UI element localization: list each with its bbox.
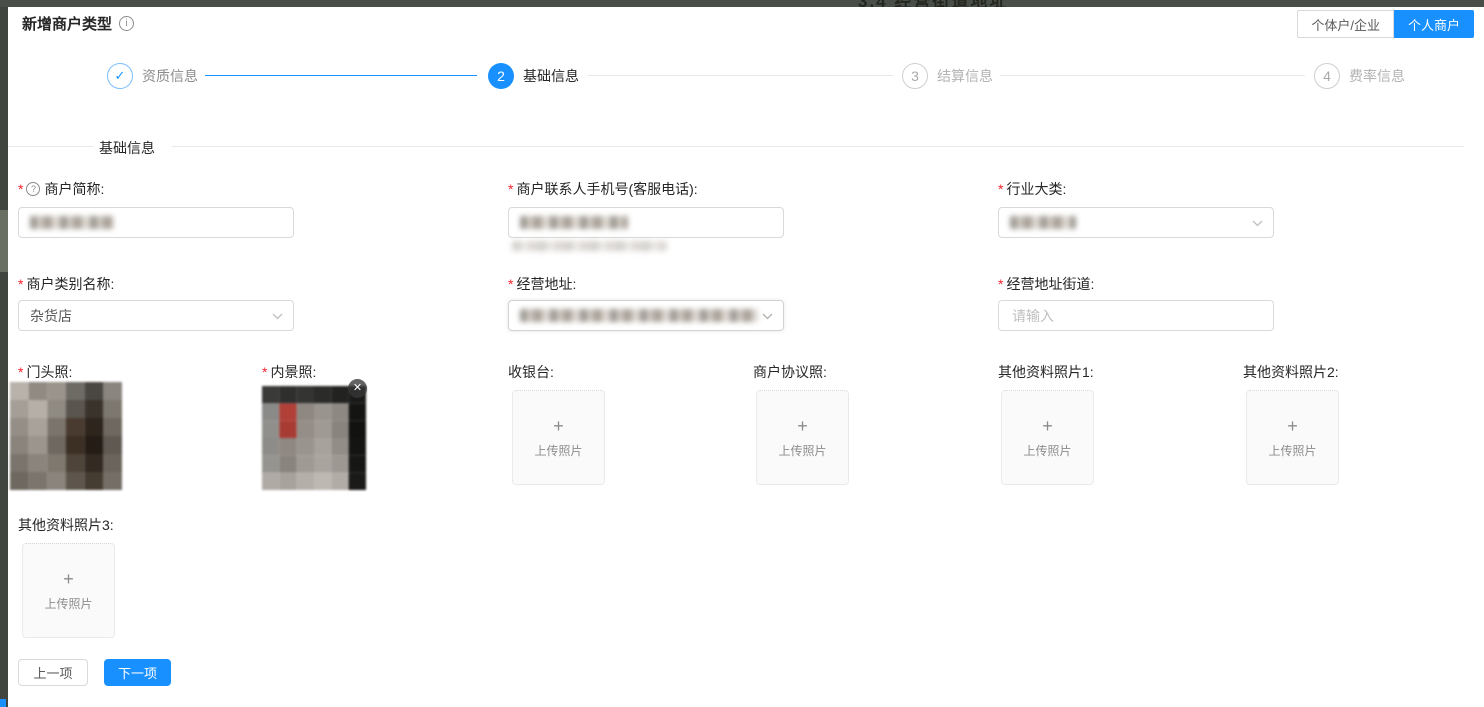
redacted-value (1010, 216, 1076, 229)
interior-photo-thumbnail[interactable] (262, 386, 366, 490)
business-street-field (998, 300, 1274, 331)
label-interior-photo: 内景照: (262, 362, 316, 382)
plus-icon: + (797, 417, 808, 435)
label-merchant-category: 商户类别名称: (18, 274, 114, 294)
label-other-photo-1: 其他资料照片1: (998, 362, 1094, 382)
label-door-photo: 门头照: (18, 362, 72, 382)
step-4-number: 4 (1314, 63, 1340, 89)
step-connector-3 (1000, 75, 1305, 76)
remove-interior-photo-icon[interactable]: ✕ (348, 379, 367, 398)
step-2-basic-info[interactable]: 2 基础信息 (488, 62, 579, 90)
other-photo-3-upload[interactable]: + 上传照片 (22, 543, 115, 638)
other-photo-2-upload[interactable]: + 上传照片 (1246, 390, 1339, 485)
toggle-individual-enterprise-button[interactable]: 个体户/企业 (1297, 10, 1394, 38)
page-title: 新增商户类型 i (22, 13, 134, 34)
window-left-edge (0, 7, 8, 707)
previous-step-button[interactable]: 上一项 (18, 659, 88, 686)
label-contact-phone: 商户联系人手机号(客服电话): (508, 179, 698, 199)
label-other-photo-2: 其他资料照片2: (1243, 362, 1339, 382)
label-other-photo-3: 其他资料照片3: (18, 515, 114, 535)
step-2-number: 2 (488, 63, 514, 89)
info-circle-icon[interactable]: i (119, 16, 134, 31)
divider-right (172, 146, 1464, 147)
scrollbar-thumb[interactable] (0, 210, 8, 272)
merchant-category-select[interactable]: 杂货店 (18, 300, 294, 331)
plus-icon: + (553, 417, 564, 435)
step-1-qualification[interactable]: 资质信息 (107, 62, 198, 90)
next-step-button[interactable]: 下一项 (104, 659, 171, 686)
business-address-select[interactable] (508, 300, 784, 331)
plus-icon: + (63, 570, 74, 588)
label-industry-category: 行业大类: (998, 179, 1066, 199)
redaction-artifact (512, 241, 667, 251)
step-connector-2 (588, 75, 893, 76)
contact-phone-input[interactable] (508, 207, 784, 238)
form-panel (8, 7, 1484, 707)
window-top-edge: 3.4 经营街道地址 (0, 0, 1484, 7)
step-4-label: 费率信息 (1349, 66, 1405, 86)
label-cashier-photo: 收银台: (508, 362, 554, 382)
chevron-down-icon (272, 313, 283, 320)
step-3-number: 3 (902, 63, 928, 89)
label-agreement-photo: 商户协议照: (753, 362, 827, 382)
step-1-check-icon (107, 63, 133, 89)
cashier-photo-upload[interactable]: + 上传照片 (512, 390, 605, 485)
industry-category-select[interactable] (998, 207, 1274, 238)
plus-icon: + (1042, 417, 1053, 435)
chevron-down-icon (762, 313, 773, 320)
chevron-down-icon (1252, 220, 1263, 227)
toggle-personal-merchant-button[interactable]: 个人商户 (1394, 10, 1474, 38)
label-business-street: 经营地址街道: (998, 274, 1094, 294)
other-photo-1-upload[interactable]: + 上传照片 (1001, 390, 1094, 485)
clipped-background-text: 3.4 经营街道地址 (858, 0, 1008, 7)
label-merchant-short-name: ? 商户简称: (18, 179, 104, 199)
step-2-label: 基础信息 (523, 66, 579, 86)
step-1-label: 资质信息 (142, 66, 198, 86)
redacted-value (30, 216, 114, 229)
step-3-label: 结算信息 (937, 66, 993, 86)
redacted-value (520, 309, 758, 322)
agreement-photo-upload[interactable]: + 上传照片 (756, 390, 849, 485)
question-circle-icon[interactable]: ? (26, 182, 40, 196)
section-title: 基础信息 (99, 138, 155, 158)
divider-left (8, 146, 93, 147)
merchant-short-name-input[interactable] (18, 207, 294, 238)
door-photo-thumbnail[interactable] (10, 382, 122, 490)
redacted-value (520, 216, 628, 229)
merchant-category-value: 杂货店 (30, 306, 72, 326)
page-title-text: 新增商户类型 (22, 13, 112, 34)
merchant-type-toggle: 个体户/企业 个人商户 (1297, 10, 1474, 38)
step-connector-1 (205, 75, 477, 76)
business-street-input[interactable] (1010, 307, 1262, 325)
step-4-rate[interactable]: 4 费率信息 (1314, 62, 1405, 90)
label-business-address: 经营地址: (508, 274, 576, 294)
step-3-settlement[interactable]: 3 结算信息 (902, 62, 993, 90)
corner-accent (0, 699, 6, 707)
plus-icon: + (1287, 417, 1298, 435)
